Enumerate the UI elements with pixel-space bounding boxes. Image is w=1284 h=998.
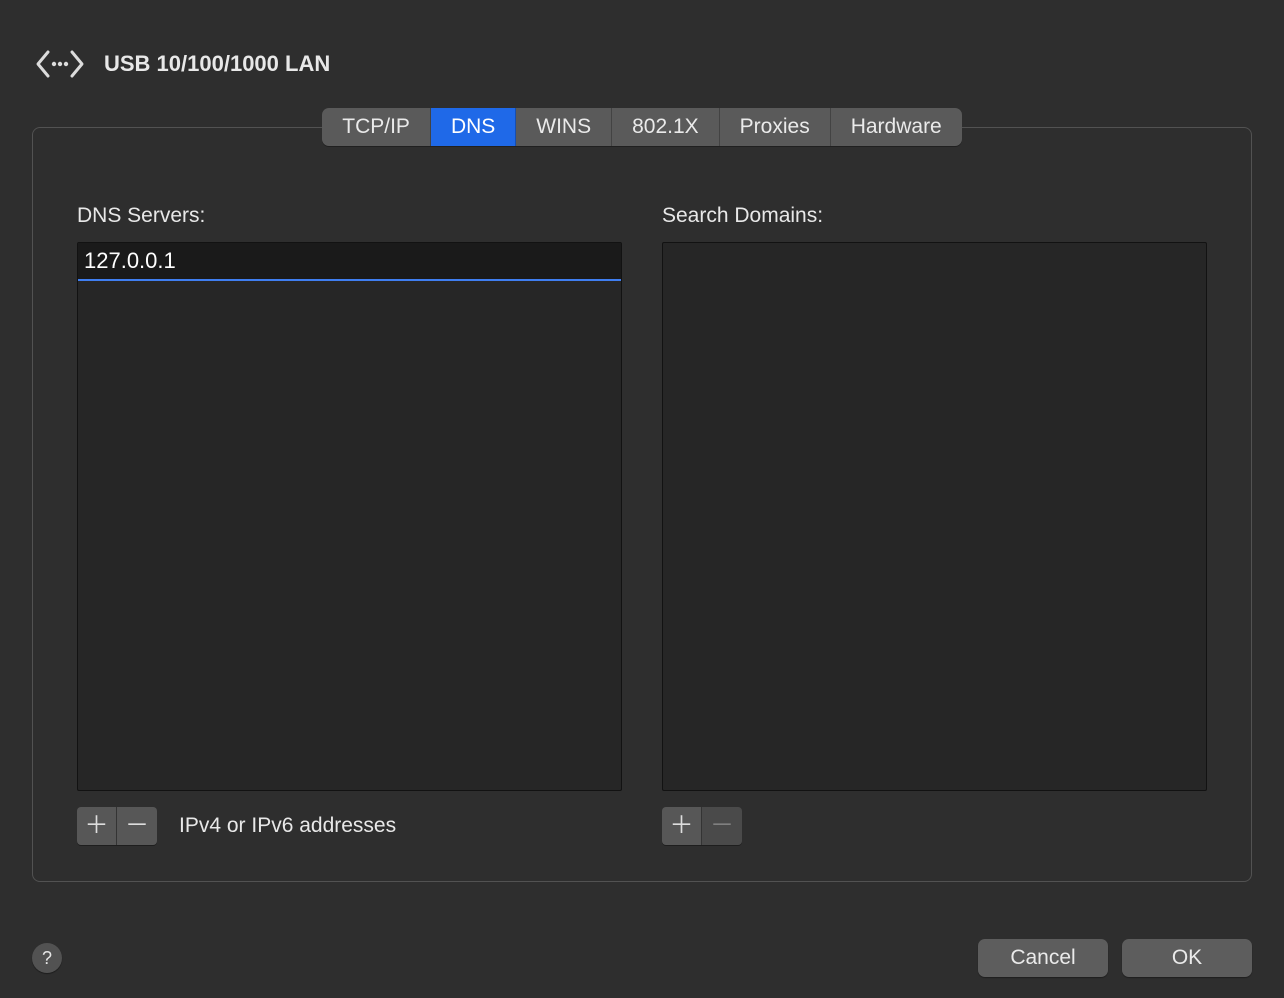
search-domains-remove-button: －: [702, 807, 742, 845]
tab-dns[interactable]: DNS: [431, 108, 516, 146]
dns-remove-button[interactable]: －: [117, 807, 157, 845]
ethernet-icon: [36, 40, 84, 88]
tab-bar: TCP/IP DNS WINS 802.1X Proxies Hardware: [322, 108, 962, 146]
plus-icon: ＋: [670, 814, 694, 838]
ok-button[interactable]: OK: [1122, 939, 1252, 977]
dns-add-remove-group: ＋ －: [77, 807, 157, 845]
window-title: USB 10/100/1000 LAN: [104, 51, 330, 77]
tab-tcpip[interactable]: TCP/IP: [322, 108, 431, 146]
question-icon: ?: [42, 948, 52, 969]
plus-icon: ＋: [85, 814, 109, 838]
search-domains-add-button[interactable]: ＋: [662, 807, 702, 845]
dns-server-input[interactable]: [84, 248, 224, 274]
tab-hardware[interactable]: Hardware: [831, 108, 962, 146]
network-dns-window: USB 10/100/1000 LAN TCP/IP DNS WINS 802.…: [0, 0, 1284, 998]
tab-8021x[interactable]: 802.1X: [612, 108, 720, 146]
dns-hint: IPv4 or IPv6 addresses: [179, 814, 396, 838]
search-domains-label: Search Domains:: [662, 204, 1207, 228]
dns-servers-label: DNS Servers:: [77, 204, 622, 228]
dns-servers-list[interactable]: [77, 242, 622, 791]
tab-wins[interactable]: WINS: [516, 108, 612, 146]
search-domains-add-remove-group: ＋ －: [662, 807, 742, 845]
window-header: USB 10/100/1000 LAN: [0, 0, 1284, 108]
bottom-bar: ? Cancel OK: [0, 918, 1284, 998]
minus-icon: －: [125, 814, 149, 838]
dns-servers-column: DNS Servers: ＋ － IPv4 or I: [77, 204, 622, 845]
cancel-button[interactable]: Cancel: [978, 939, 1108, 977]
tab-proxies[interactable]: Proxies: [720, 108, 831, 146]
dns-add-button[interactable]: ＋: [77, 807, 117, 845]
search-domains-column: Search Domains: ＋ －: [662, 204, 1207, 845]
help-button[interactable]: ?: [32, 943, 62, 973]
search-domains-list[interactable]: [662, 242, 1207, 791]
dns-server-row-editing[interactable]: [78, 243, 621, 281]
minus-icon: －: [710, 814, 734, 838]
content-panel: DNS Servers: ＋ － IPv4 or I: [32, 127, 1252, 882]
